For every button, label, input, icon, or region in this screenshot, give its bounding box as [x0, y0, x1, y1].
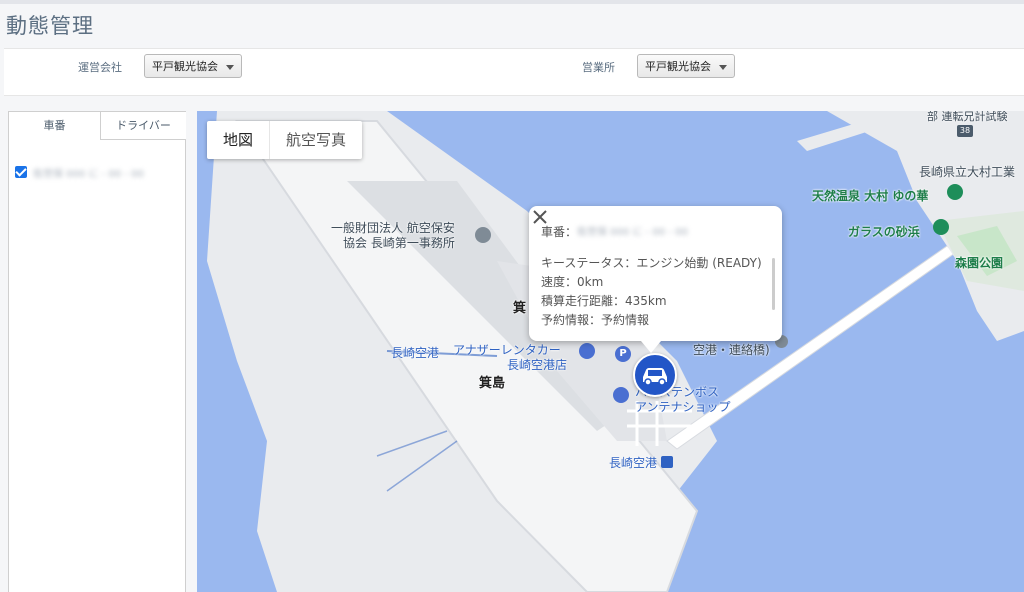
chevron-down-icon — [719, 65, 727, 70]
vehicle-marker[interactable] — [633, 353, 677, 397]
poi-school: 長崎県立大村工業 — [919, 165, 1016, 179]
vehicle-label: 佐世保 000 に - 00 - 00 — [33, 168, 144, 180]
place-minoshima: 箕島 — [479, 376, 506, 391]
office-label: 営業所 — [582, 61, 615, 74]
vehicle-checkbox[interactable] — [15, 166, 27, 178]
shop-icon — [613, 387, 629, 403]
company-label: 運営会社 — [78, 61, 122, 74]
poi-aviation-office: 一般財団法人 航空保安 協会 長崎第一事務所 — [331, 221, 455, 250]
popup-car-value: 佐世保 000 に - 00 - 00 — [577, 227, 688, 238]
popup-speed: 速度：0km — [541, 275, 604, 289]
park-icon — [933, 219, 949, 235]
bus-icon — [661, 456, 673, 468]
map-type-control: 地図 航空写真 — [207, 121, 363, 159]
route-badge: 38 — [957, 125, 973, 137]
close-icon[interactable] — [529, 206, 551, 228]
office-select[interactable]: 平戸観光協会 — [637, 54, 735, 78]
poi-onsen: 天然温泉 大村 ゆの華 — [812, 189, 929, 203]
filter-panel: 運営会社 平戸観光協会 営業所 平戸観光協会 — [4, 48, 1024, 96]
place-mino-partial: 箕 — [513, 301, 527, 316]
map-view[interactable]: 地図 航空写真 一般財団法人 航空保安 協会 長崎第一事務所 長崎空港 アナザー… — [197, 111, 1024, 592]
vehicle-panel: 車番 ドライバー 佐世保 000 に - 00 - 00 — [8, 111, 186, 592]
car-icon — [643, 368, 667, 386]
popup-booking: 予約情報：予約情報 — [541, 313, 650, 327]
vehicle-info-popup: 車番： 佐世保 000 に - 00 - 00 キーステータス：エンジン始動 (… — [529, 206, 782, 353]
poi-airport-jp: 長崎空港 — [391, 346, 440, 360]
panel-tabs: 車番 ドライバー — [9, 112, 186, 140]
poi-glass-beach: ガラスの砂浜 — [848, 225, 920, 239]
poi-morizono-park: 森園公園 — [955, 256, 1004, 270]
page-title: 動態管理 — [6, 14, 94, 38]
popup-distance: 積算走行距離：435km — [541, 294, 667, 308]
tab-driver[interactable]: ドライバー — [100, 112, 186, 140]
popup-scrollbar[interactable] — [772, 258, 775, 310]
office-select-value: 平戸観光協会 — [645, 60, 711, 73]
company-select[interactable]: 平戸観光協会 — [144, 54, 242, 78]
poi-antenna-shop: アンテナショップ — [635, 400, 731, 414]
map-type-map-button[interactable]: 地図 — [207, 121, 269, 159]
chevron-down-icon — [226, 65, 234, 70]
map-type-satellite-button[interactable]: 航空写真 — [269, 121, 362, 159]
poi-airport-bridge: 空港・連絡橋) — [693, 343, 770, 357]
onsen-icon — [947, 184, 963, 200]
company-select-value: 平戸観光協会 — [152, 60, 218, 73]
poi-topright: 部 連転兄計試験 — [927, 111, 1008, 123]
vehicle-list-item[interactable]: 佐世保 000 に - 00 - 00 — [15, 164, 144, 180]
car-rental-icon — [579, 343, 595, 359]
tab-car-number[interactable]: 車番 — [9, 112, 100, 140]
poi-rental-store: 長崎空港店 — [507, 358, 568, 372]
popup-key-status: キーステータス：エンジン始動 (READY) — [541, 256, 762, 270]
map-canvas — [207, 111, 1024, 592]
top-border — [0, 0, 1024, 4]
poi-airport-bus: 長崎空港 — [609, 456, 658, 470]
parking-icon: P — [615, 346, 631, 362]
pin-icon — [475, 227, 491, 243]
